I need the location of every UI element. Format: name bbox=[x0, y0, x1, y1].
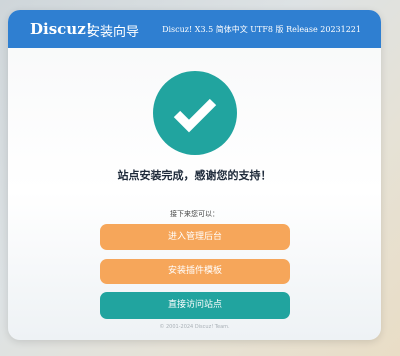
admin-panel-button[interactable]: 进入管理后台 bbox=[100, 224, 290, 250]
page-title: 安装向导 bbox=[87, 25, 140, 40]
copyright-footer: © 2001-2024 Discuz! Team. bbox=[159, 324, 230, 330]
header-bar: Discuz! 安装向导 Discuz! X3.5 简体中文 UTF8 版 Re… bbox=[8, 10, 381, 48]
next-steps-prompt: 接下来您可以： bbox=[170, 210, 219, 218]
visit-site-button[interactable]: 直接访问站点 bbox=[100, 292, 290, 319]
brand-logo: Discuz! bbox=[30, 20, 93, 38]
install-plugins-button[interactable]: 安装插件模板 bbox=[100, 259, 290, 284]
version-label: Discuz! X3.5 简体中文 UTF8 版 Release 2023122… bbox=[162, 25, 361, 34]
success-message: 站点安装完成，感谢您的支持！ bbox=[117, 169, 272, 182]
installer-card: Discuz! 安装向导 Discuz! X3.5 简体中文 UTF8 版 Re… bbox=[8, 10, 381, 340]
checkmark-icon bbox=[153, 71, 237, 155]
